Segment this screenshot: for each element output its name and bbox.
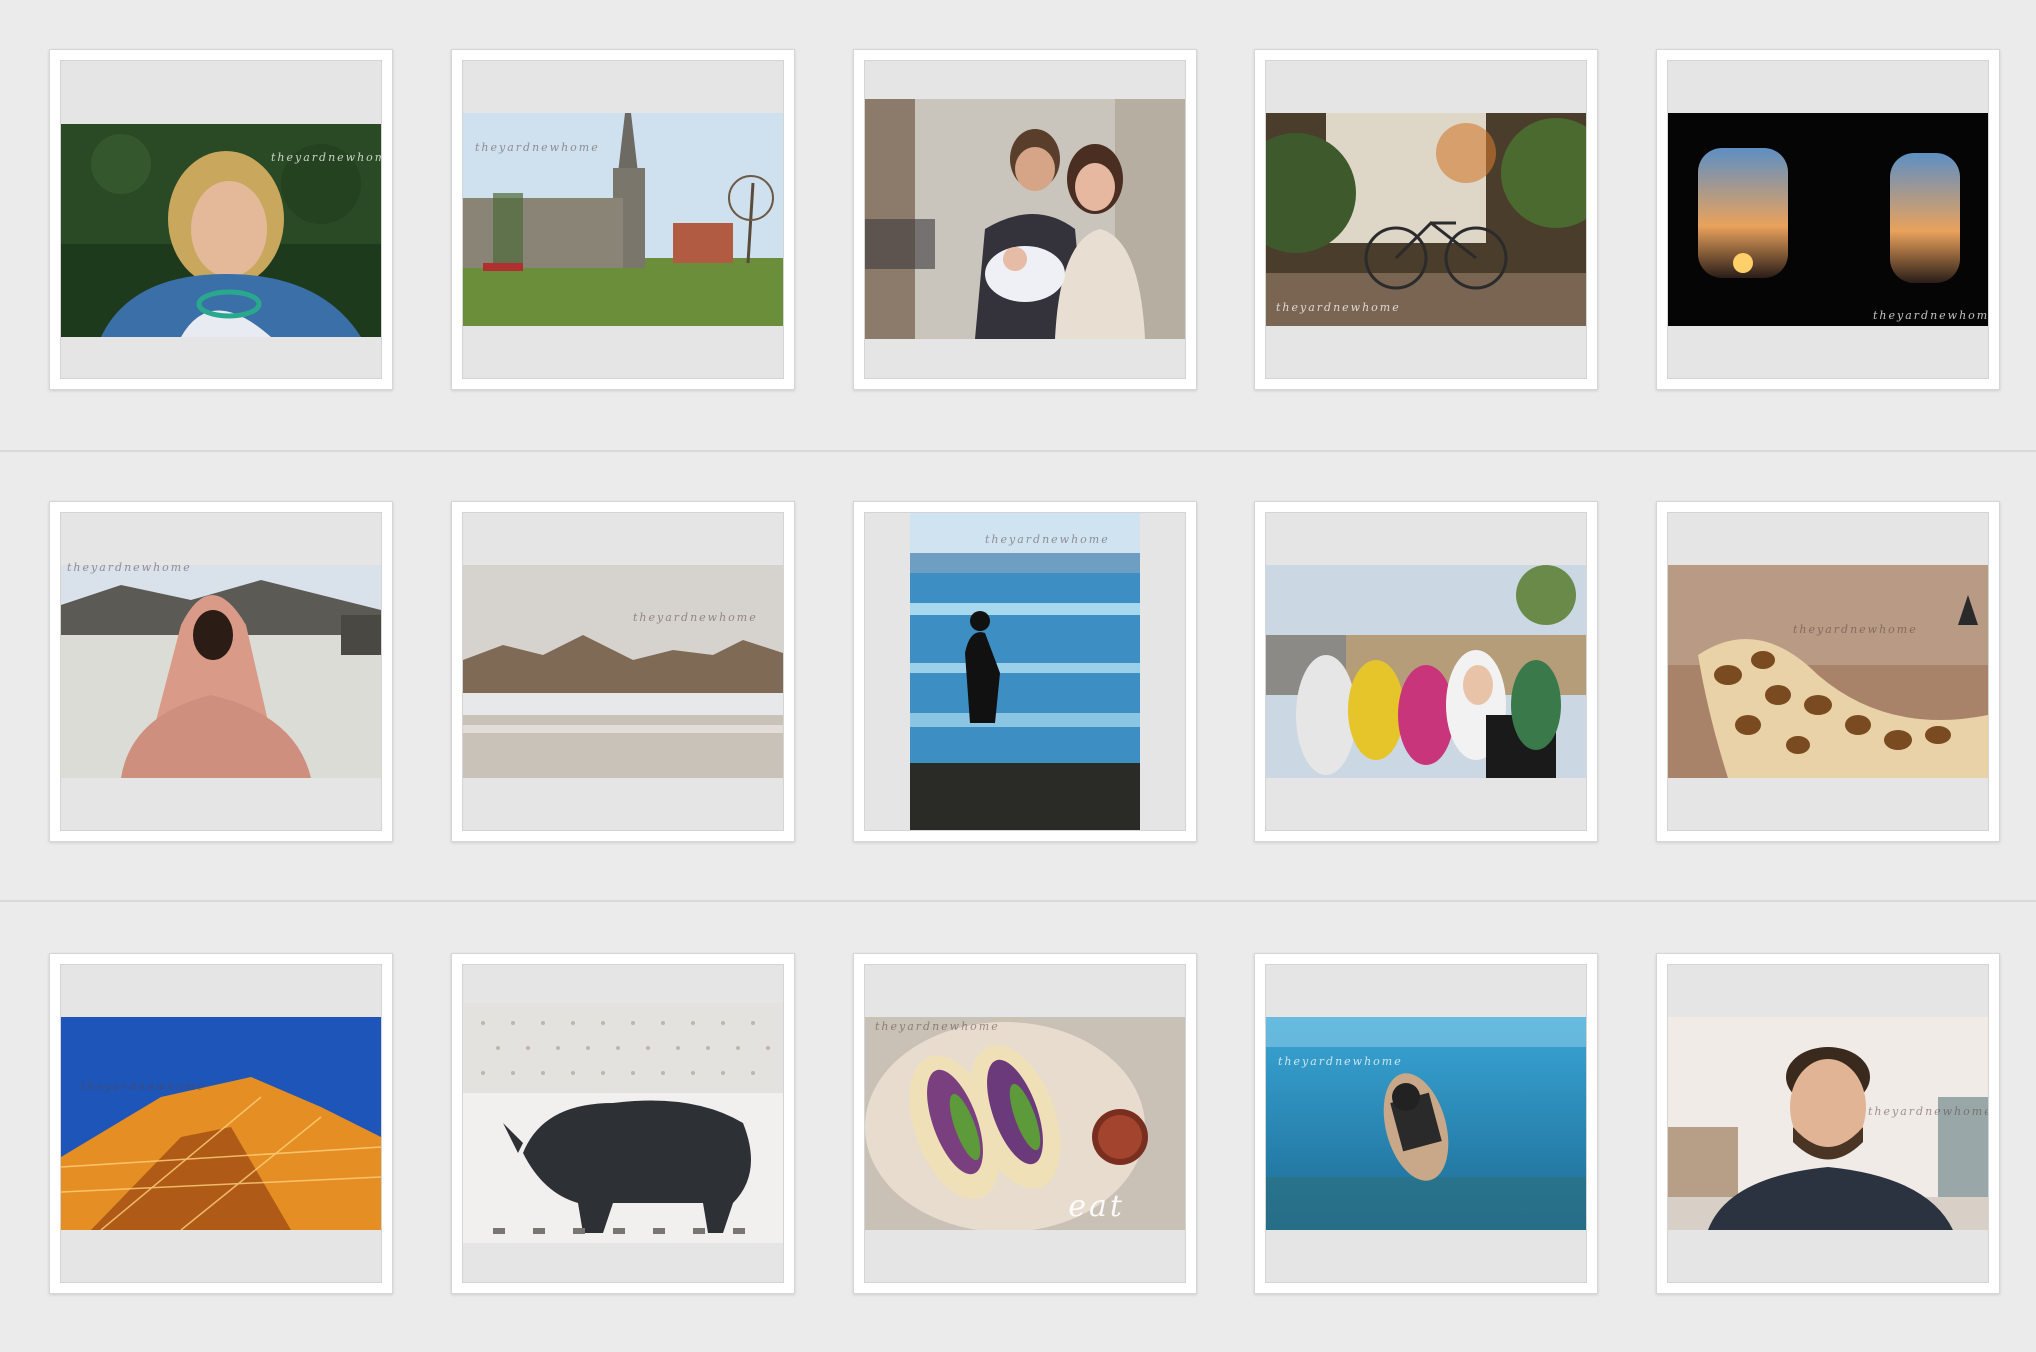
photo-tile[interactable]: theyardnewhome bbox=[1656, 49, 2000, 390]
photo-rhino-figurine bbox=[463, 1003, 783, 1243]
watermark-text: theyardnewhome bbox=[67, 561, 192, 574]
watermark-text: theyardnewhome bbox=[475, 141, 600, 154]
photo-beach-hills bbox=[463, 565, 783, 778]
photo-tile[interactable]: theyardnewhome bbox=[49, 953, 393, 1294]
watermark-text: theyardnewhome bbox=[271, 151, 381, 164]
photo-tile[interactable]: theyardnewhome bbox=[1254, 953, 1598, 1294]
photo-frame: theyardnewhome bbox=[1667, 964, 1989, 1283]
watermark-text: theyardnewhome bbox=[633, 611, 758, 624]
photo-frame: theyardnewhome bbox=[1265, 60, 1587, 379]
photo-tile[interactable] bbox=[451, 953, 795, 1294]
photo-frame: theyardnewhome bbox=[864, 512, 1186, 831]
watermark-text: theyardnewhome bbox=[1873, 309, 1989, 322]
watermark-text: theyardnewhome bbox=[1278, 1055, 1403, 1068]
photo-snorkeler-underwater bbox=[1266, 1017, 1586, 1230]
watermark-text: theyardnewhome bbox=[875, 1020, 1000, 1033]
photo-frame: theyardnewhome bbox=[462, 60, 784, 379]
photo-frame: theyardnewhome bbox=[1667, 512, 1989, 831]
watermark-text: theyardnewhome bbox=[985, 533, 1110, 546]
photo-frame: theyardnewhome bbox=[1667, 60, 1989, 379]
photo-frame bbox=[462, 964, 784, 1283]
photo-tile[interactable] bbox=[853, 49, 1197, 390]
photo-tile[interactable]: theyardnewhome bbox=[49, 49, 393, 390]
photo-giraffe-neck bbox=[1668, 565, 1988, 778]
photo-bicycle-garden bbox=[1266, 113, 1586, 326]
photo-frame: theyardnewhome bbox=[60, 964, 382, 1283]
photo-caption: eat bbox=[1068, 1189, 1125, 1224]
gallery-row-3: theyardnewhome theyardnewhome eat theyar… bbox=[0, 900, 2036, 1352]
photo-frame: theyardnewhome eat bbox=[864, 964, 1186, 1283]
photo-tile[interactable] bbox=[1254, 501, 1598, 842]
gallery-row-2: theyardnewhome theyardnewhome theyardnew… bbox=[0, 450, 2036, 902]
watermark-text: theyardnewhome bbox=[1868, 1105, 1989, 1118]
photo-frame: theyardnewhome bbox=[60, 512, 382, 831]
photo-tile[interactable]: theyardnewhome eat bbox=[853, 953, 1197, 1294]
photo-tile[interactable]: theyardnewhome bbox=[1656, 953, 2000, 1294]
photo-tacos-plate bbox=[865, 1017, 1185, 1230]
photo-frame: theyardnewhome bbox=[462, 512, 784, 831]
photo-tile[interactable]: theyardnewhome bbox=[451, 49, 795, 390]
photo-tile[interactable]: theyardnewhome bbox=[853, 501, 1197, 842]
photo-group-selfie bbox=[1266, 565, 1586, 778]
photo-hospital-newborn-family bbox=[865, 99, 1185, 339]
photo-frame: theyardnewhome bbox=[1265, 964, 1587, 1283]
gallery-row-1: theyardnewhome theyardnewhome bbox=[0, 0, 2036, 452]
photo-eiffel-tower-lights bbox=[61, 1017, 381, 1230]
photo-smiling-man bbox=[1668, 1017, 1988, 1230]
photo-airplane-windows-sunset bbox=[1668, 113, 1988, 326]
photo-tile[interactable]: theyardnewhome bbox=[49, 501, 393, 842]
photo-frame bbox=[864, 60, 1186, 379]
photo-tile[interactable]: theyardnewhome bbox=[1656, 501, 2000, 842]
photo-silhouette-shore bbox=[910, 513, 1140, 830]
photo-tile[interactable]: theyardnewhome bbox=[451, 501, 795, 842]
photo-girl-pink-headscarf bbox=[61, 565, 381, 778]
photo-frame: theyardnewhome bbox=[60, 60, 382, 379]
watermark-text: theyardnewhome bbox=[1793, 623, 1918, 636]
photo-tile[interactable]: theyardnewhome bbox=[1254, 49, 1598, 390]
photo-frame bbox=[1265, 512, 1587, 831]
watermark-text: theyardnewhome bbox=[1276, 301, 1401, 314]
watermark-text: theyardnewhome bbox=[81, 1080, 206, 1093]
